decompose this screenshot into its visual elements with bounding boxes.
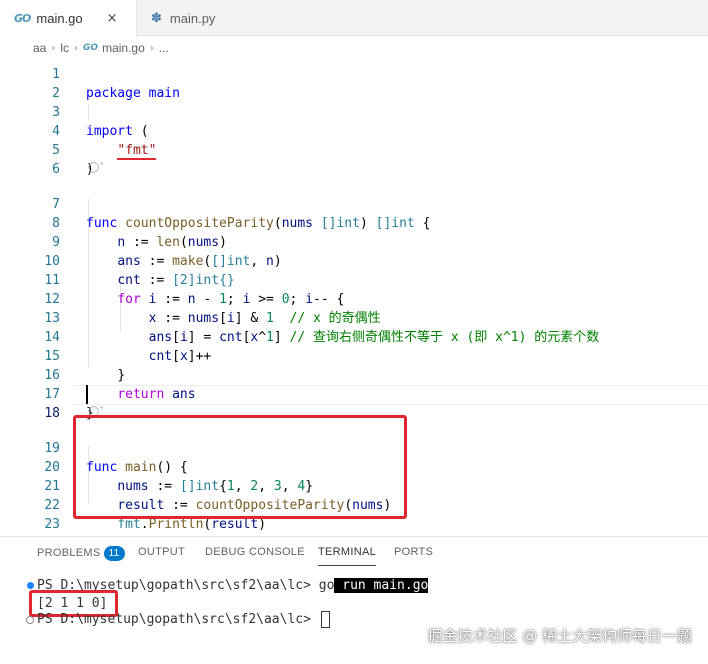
breadcrumb-item[interactable]: ... [159,41,169,55]
code-line: 5 ) [0,122,708,177]
breadcrumb-item[interactable]: aa [33,41,46,55]
tab-ports[interactable]: PORTS [394,546,433,566]
breadcrumb-item[interactable]: lc [60,41,69,55]
code-line: 18 [0,385,708,421]
command-success-icon[interactable] [27,582,34,589]
code-editor[interactable]: 1 package main 2 3 import ( 4 "fmt" 5 ) … [0,44,708,536]
python-file-icon: ✽ [151,10,162,26]
code-line: 8 n := len(nums) [0,195,708,250]
panel-tab-bar: PROBLEMS 11 OUTPUT DEBUG CONSOLE TERMINAL… [0,537,708,569]
code-line: 10 cnt := [2]int{} [0,233,708,288]
chevron-right-icon: › [149,42,154,54]
code-line: 7 func countOppositeParity(nums []int) [… [0,176,708,231]
go-file-icon: GO [83,43,99,53]
code-line: 3 import ( [0,84,708,139]
code-line: 4 "fmt" [0,103,708,160]
tab-label: PROBLEMS [37,547,101,559]
text-caret [86,385,88,404]
code-line: 12 x := nums[i] & 1 // x 的奇偶性 [0,271,708,326]
code-lens-icon[interactable]: ◯˅ [88,162,104,173]
terminal-cursor [320,611,330,628]
tab-output[interactable]: OUTPUT [138,546,185,566]
chevron-right-icon: › [51,42,56,54]
tab-terminal[interactable]: TERMINAL [318,546,377,566]
terminal-command-selected: run main.go [334,578,429,593]
go-file-icon: GO [14,12,31,25]
chevron-right-icon: › [74,42,79,54]
terminal-line[interactable]: PS D:\mysetup\gopath\src\sf2\aa\lc> [37,610,330,630]
close-icon[interactable]: × [107,11,118,26]
code-line: 15 } [0,328,708,383]
code-line: 9 ans := make([]int, n) [0,214,708,269]
tab-main-go[interactable]: GO main.go × [0,0,137,37]
terminal-prompt: PS D:\mysetup\gopath\src\sf2\aa\lc> [37,612,319,627]
tab-label: main.go [36,11,83,26]
code-line: 17 } [0,366,708,421]
highlight-box [73,415,407,519]
tab-main-py[interactable]: ✽ main.py [137,0,247,36]
code-line: 2 [0,65,708,101]
watermark: 掘金技术社区 @ 稀土大架构师每日一题 [427,627,692,645]
bottom-panel: PROBLEMS 11 OUTPUT DEBUG CONSOLE TERMINAL… [0,536,708,664]
tab-problems[interactable]: PROBLEMS 11 [37,546,125,566]
problems-count-badge: 11 [103,546,125,561]
code-line: 14 cnt[x]++ [0,309,708,364]
editor-tab-bar: GO main.go × ✽ main.py [0,0,708,37]
terminal-command: go [318,578,335,593]
code-line: 13 ans[i] = cnt[x^1] // 查询右侧奇偶性不等于 x (即 … [0,290,708,345]
command-pending-icon [26,616,34,624]
breadcrumb: aa › lc › GO main.go › ... [0,37,708,59]
tab-debug-console[interactable]: DEBUG CONSOLE [205,546,305,566]
code-line: 16 return ans [0,347,708,402]
code-line: 11 for i := n - 1; i >= 0; i-- { [0,252,708,307]
breadcrumb-item[interactable]: main.go [102,41,145,55]
code-line: 6 [0,141,708,177]
tab-label: main.py [169,10,216,26]
